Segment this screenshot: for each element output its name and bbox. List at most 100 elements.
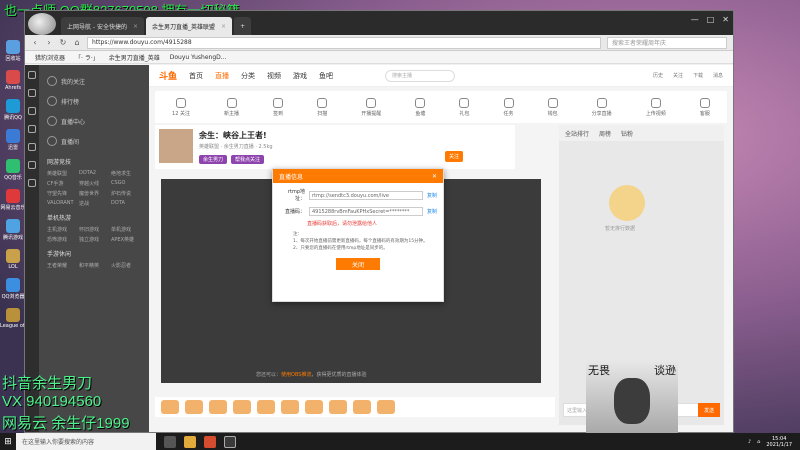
browser-search-input[interactable]: 搜索王者荣耀周年庆 (607, 36, 727, 49)
feature-item[interactable]: 开播提醒 (361, 97, 381, 117)
category-link[interactable]: CF手游 (47, 180, 77, 187)
category-link[interactable]: 守望先锋 (47, 190, 77, 197)
feature-item[interactable]: 新主播 (224, 97, 239, 117)
desktop-icon[interactable]: League of Legends (0, 308, 26, 329)
follow-button[interactable]: 关注 (445, 151, 464, 162)
feature-item[interactable]: 礼包 (459, 97, 469, 117)
taskbar-search[interactable]: 在这里输入你要搜索的内容 (16, 433, 156, 450)
start-button[interactable]: ⊞ (0, 433, 16, 450)
gift-icon[interactable] (161, 400, 179, 414)
category-link[interactable]: APEX英雄 (111, 236, 141, 243)
bookmark-item[interactable]: 猎豹浏览器 (35, 53, 65, 62)
tab-rank-all[interactable]: 全站排行 (565, 129, 589, 138)
task-view-icon[interactable] (164, 435, 176, 448)
desktop-icon[interactable]: 回收站 (2, 40, 24, 62)
desktop-icon[interactable]: 迅雷 (2, 129, 24, 151)
feature-item[interactable]: 签到 (273, 97, 283, 117)
follow-link[interactable]: 关注 (673, 72, 683, 79)
category-link[interactable]: 魔兽世界 (79, 190, 109, 197)
forward-icon[interactable]: › (45, 38, 53, 47)
desktop-icon[interactable]: 腾讯QQ (2, 99, 24, 121)
cloud-icon[interactable] (28, 125, 36, 133)
history-link[interactable]: 历史 (653, 72, 663, 79)
browser-tab[interactable]: 上网导航 - 安全快捷的 × (61, 17, 145, 35)
app-icon[interactable] (204, 435, 216, 448)
desktop-icon[interactable]: QQ音乐 (2, 159, 24, 181)
desktop-icon[interactable]: 腾讯游戏 (2, 219, 24, 241)
room-tag[interactable]: 余生男刀 (199, 155, 228, 164)
gift-icon[interactable] (257, 400, 275, 414)
gift-icon[interactable] (305, 400, 323, 414)
close-tab-icon[interactable]: × (221, 23, 226, 30)
feature-item[interactable]: 任务 (503, 97, 514, 117)
category-link[interactable]: 英雄联盟 (47, 170, 77, 177)
gift-icon[interactable] (209, 400, 227, 414)
feature-item[interactable]: 分享直播 (592, 97, 612, 117)
desktop-icon[interactable]: LOL (2, 249, 24, 270)
nav-item-yuba[interactable]: 鱼吧 (319, 71, 333, 81)
bookmark-item[interactable]: Douyu YushengD... (170, 54, 227, 61)
category-link[interactable]: DOTA (111, 200, 141, 207)
category-link[interactable]: VALORANT (47, 200, 77, 207)
copy-key-button[interactable]: 复制 (427, 208, 437, 215)
left-menu-item[interactable]: 排行榜 (47, 91, 141, 111)
left-menu-item[interactable]: 我的关注 (47, 71, 141, 91)
feature-item[interactable]: 鱼塘 (415, 97, 425, 117)
desktop-icon[interactable]: QQ浏览器 (2, 278, 24, 300)
new-tab-button[interactable]: + (234, 17, 252, 35)
category-link[interactable]: 单机游戏 (111, 226, 141, 233)
menu-icon[interactable] (28, 179, 36, 187)
desktop-icon[interactable]: 网易云音乐 (0, 189, 26, 211)
obs-link[interactable]: 使用OBS推流 (281, 372, 311, 378)
nav-item-home[interactable]: 首页 (189, 71, 203, 81)
category-link[interactable]: 穿越火线 (79, 180, 109, 187)
explorer-icon[interactable] (184, 435, 196, 448)
home-icon[interactable]: ⌂ (73, 38, 81, 47)
category-link[interactable]: 主机游戏 (47, 226, 77, 233)
history-icon[interactable] (28, 89, 36, 97)
gift-icon[interactable] (185, 400, 203, 414)
feature-item[interactable]: 12 关注 (172, 97, 190, 117)
copy-rtmp-button[interactable]: 复制 (427, 192, 437, 199)
douyu-logo[interactable]: 斗鱼 (159, 69, 177, 82)
nav-item-game[interactable]: 游戏 (293, 71, 307, 81)
room-tag[interactable]: 帮我点关注 (231, 155, 265, 164)
search-icon[interactable] (28, 143, 36, 151)
rtmp-field[interactable]: rtmp://sendtc3.douyu.com/live (309, 190, 423, 200)
feature-item[interactable]: 客服 (699, 97, 710, 117)
gift-icon[interactable] (329, 400, 347, 414)
category-link[interactable]: 独立游戏 (79, 236, 109, 243)
close-window-button[interactable]: ✕ (722, 15, 729, 24)
close-icon[interactable]: ✕ (432, 173, 437, 180)
category-link[interactable]: 炉石传说 (111, 190, 141, 197)
site-search-input[interactable]: 搜索主播 (385, 69, 456, 82)
message-link[interactable]: 消息 (713, 72, 723, 79)
gift-icon[interactable] (353, 400, 371, 414)
category-link[interactable]: 逆战 (79, 200, 109, 207)
feature-item[interactable]: 扫描 (317, 97, 327, 117)
obs-icon[interactable] (224, 435, 236, 448)
home-icon[interactable] (28, 71, 36, 79)
left-menu-item[interactable]: 直播中心 (47, 111, 141, 131)
tab-rank-week[interactable]: 周榜 (599, 129, 611, 138)
category-link[interactable]: 王者荣耀 (47, 262, 77, 269)
gift-icon[interactable] (233, 400, 251, 414)
clock[interactable]: 15:04 2021/1/17 (766, 436, 792, 448)
close-button[interactable]: 关闭 (336, 258, 380, 270)
nav-item-category[interactable]: 分类 (241, 71, 255, 81)
bookmark-item[interactable]: 「· ラ·」 (75, 53, 99, 62)
network-icon[interactable]: ⌂ (757, 439, 760, 445)
refresh-icon[interactable]: ↻ (59, 38, 67, 47)
download-link[interactable]: 下载 (693, 72, 703, 79)
category-link[interactable]: 恐怖游戏 (47, 236, 77, 243)
gift-icon[interactable] (377, 400, 395, 414)
send-button[interactable]: 发送 (698, 403, 720, 417)
nav-item-live[interactable]: 直播 (215, 71, 229, 81)
desktop-icon[interactable]: Ahrefs (2, 70, 24, 91)
category-link[interactable]: 火影忍者 (111, 262, 141, 269)
back-icon[interactable]: ‹ (31, 38, 39, 47)
category-link[interactable]: 怀旧游戏 (79, 226, 109, 233)
maximize-button[interactable]: □ (707, 15, 715, 24)
left-menu-item[interactable]: 直播间 (47, 131, 141, 151)
gift-icon[interactable] (28, 161, 36, 169)
